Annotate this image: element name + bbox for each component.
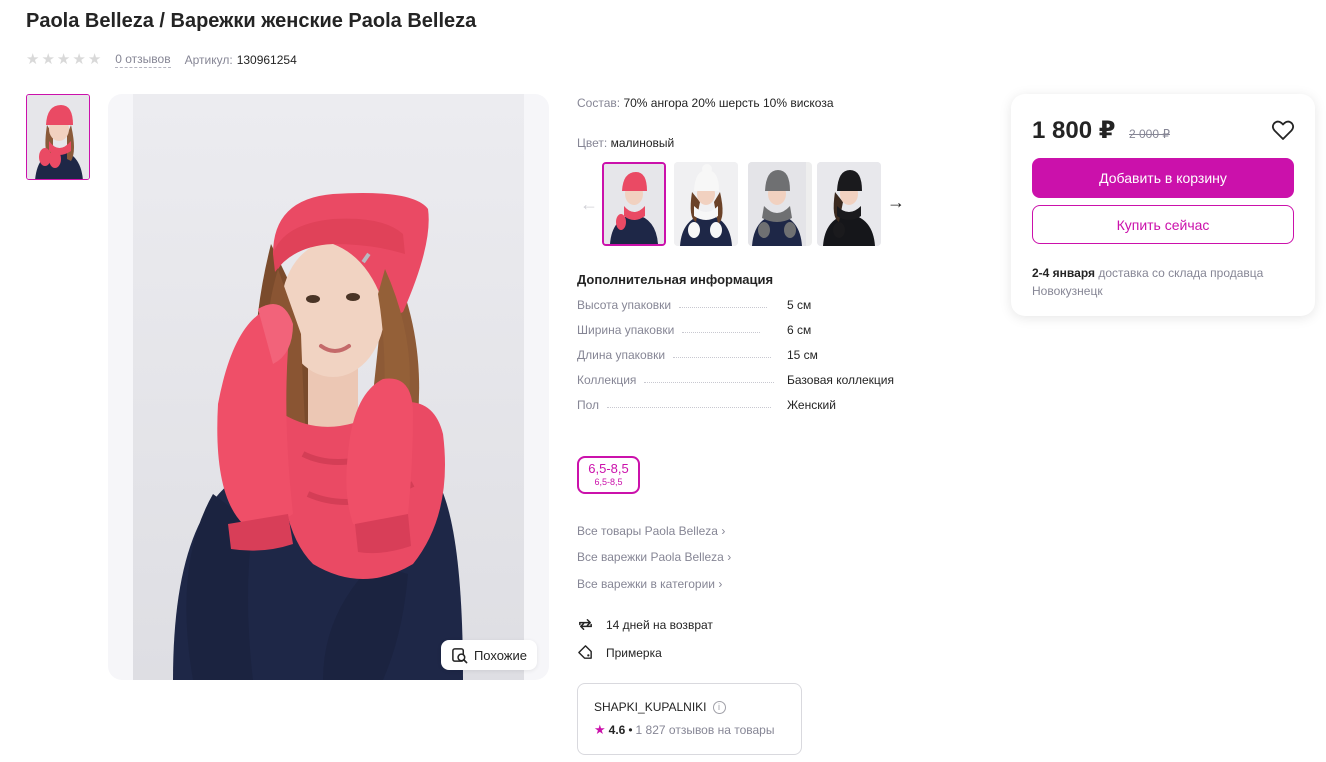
purchase-card: 1 800 ₽ 2 000 ₽ Добавить в корзину Купит… — [1011, 94, 1315, 316]
star-icon: ★ — [72, 50, 86, 68]
return-arrows-icon — [579, 619, 592, 630]
current-price: 1 800 ₽ — [1032, 117, 1116, 144]
add-to-cart-button[interactable]: Добавить в корзину — [1032, 158, 1294, 198]
tag-icon — [578, 645, 592, 659]
main-product-image[interactable]: Похожие — [108, 94, 549, 680]
article-value[interactable]: 130961254 — [237, 53, 297, 67]
link-all-brand-products[interactable]: Все товары Paola Belleza › — [577, 524, 725, 538]
link-label: Все товары Paola Belleza — [577, 524, 718, 538]
spec-row: Ширина упаковки 6 см — [577, 321, 917, 337]
swatch-image — [674, 162, 738, 246]
arrow-right-icon[interactable]: → — [887, 192, 905, 213]
size-sub-label: 6,5-8,5 — [594, 477, 623, 487]
spec-name: Коллекция — [577, 373, 637, 387]
fitting-option[interactable]: Примерка — [577, 644, 662, 661]
seller-reviews: 1 827 отзывов на товары — [635, 723, 775, 737]
star-icon: ★ — [56, 50, 71, 68]
additional-info-title: Дополнительная информация — [577, 272, 774, 287]
chevron-right-icon: › — [721, 524, 726, 538]
old-price: 2 000 ₽ — [1129, 127, 1170, 141]
seller-card[interactable]: SHAPKI_KUPALNIKI i ★ 4.6 • 1 827 отзывов… — [577, 683, 802, 755]
link-label: Все варежки в категории — [577, 577, 715, 591]
fitting-label: Примерка — [606, 645, 662, 660]
product-photo — [133, 94, 524, 680]
arrow-left-icon[interactable]: ← — [580, 194, 598, 215]
spec-dots — [673, 357, 772, 358]
similar-search-icon — [452, 647, 468, 663]
color-info: Цвет: малиновый — [577, 136, 674, 150]
swatch-image — [748, 162, 806, 246]
color-swatch-grey[interactable] — [748, 162, 812, 246]
color-swatch-white[interactable] — [674, 162, 738, 246]
heart-icon — [1271, 120, 1295, 140]
star-icon: ★ — [594, 722, 606, 737]
reviews-link[interactable]: 0 отзывов — [115, 51, 171, 68]
spec-value: 15 см — [787, 348, 818, 362]
return-label: 14 дней на возврат — [606, 617, 713, 632]
spec-value: Женский — [787, 398, 836, 412]
color-value: малиновый — [610, 136, 675, 150]
delivery-date: 2-4 января — [1032, 266, 1095, 280]
size-option[interactable]: 6,5-8,5 6,5-8,5 — [577, 456, 640, 494]
spec-row: Высота упаковки 5 см — [577, 296, 917, 312]
seller-rating-row: ★ 4.6 • 1 827 отзывов на товары — [594, 722, 801, 738]
star-icon: ★ — [26, 50, 40, 68]
rating-separator: • — [628, 723, 633, 737]
star-icon: ★ — [87, 50, 102, 68]
link-label: Все варежки Paola Belleza — [577, 550, 724, 564]
chevron-right-icon: › — [727, 550, 732, 564]
favorite-button[interactable] — [1271, 119, 1295, 141]
color-label: Цвет: — [577, 136, 608, 150]
spec-dots — [644, 382, 775, 383]
similar-button[interactable]: Похожие — [440, 640, 537, 670]
spec-dots — [607, 407, 772, 408]
gallery-thumbnail[interactable] — [26, 94, 90, 180]
product-title: Paola Belleza / Варежки женские Paola Be… — [26, 10, 477, 32]
spec-row: Длина упаковки 15 см — [577, 346, 917, 362]
swatch-image — [817, 162, 881, 246]
spec-row: Коллекция Базовая коллекция — [577, 371, 917, 387]
color-swatch-crimson[interactable] — [602, 162, 666, 246]
spec-name: Ширина упаковки — [577, 323, 675, 337]
spec-value: Базовая коллекция — [787, 373, 894, 387]
color-swatches: ← → — [577, 162, 917, 248]
spec-dots — [679, 307, 768, 308]
star-icon: ★ — [41, 50, 55, 68]
rating-stars[interactable]: ★ ★ ★ ★ ★ — [26, 50, 102, 68]
seller-name[interactable]: SHAPKI_KUPALNIKI — [594, 700, 707, 714]
swatch-image — [604, 164, 664, 244]
chevron-right-icon: › — [718, 577, 723, 591]
product-meta: ★ ★ ★ ★ ★ 0 отзывов Артикул: 130961254 — [26, 51, 297, 68]
spec-row: Пол Женский — [577, 396, 917, 412]
composition-label: Состав: — [577, 96, 621, 110]
product-thumbnail-image — [27, 95, 89, 179]
spec-name: Длина упаковки — [577, 348, 666, 362]
similar-label: Похожие — [473, 647, 527, 663]
return-policy[interactable]: 14 дней на возврат — [577, 616, 713, 633]
color-swatch-black[interactable] — [817, 162, 881, 246]
info-icon[interactable]: i — [712, 700, 726, 714]
link-category-mittens[interactable]: Все варежки в категории › — [577, 577, 722, 591]
delivery-info: 2-4 января доставка со склада продавца Н… — [1032, 264, 1282, 300]
article-label: Артикул: — [184, 52, 233, 67]
composition: Состав: 70% ангора 20% шерсть 10% вискоз… — [577, 96, 834, 110]
spec-name: Пол — [577, 398, 600, 412]
spec-value: 6 см — [787, 323, 812, 337]
seller-rating: 4.6 — [608, 723, 626, 737]
composition-value: 70% ангора 20% шерсть 10% вискоза — [623, 96, 834, 110]
buy-now-button[interactable]: Купить сейчас — [1032, 205, 1294, 244]
link-brand-mittens[interactable]: Все варежки Paola Belleza › — [577, 550, 731, 564]
spec-value: 5 см — [787, 298, 812, 312]
size-main-label: 6,5-8,5 — [588, 461, 629, 476]
spec-name: Высота упаковки — [577, 298, 672, 312]
product-model-image — [133, 94, 524, 680]
spec-dots — [682, 332, 761, 333]
seller-name-row: SHAPKI_KUPALNIKI i — [594, 700, 801, 714]
